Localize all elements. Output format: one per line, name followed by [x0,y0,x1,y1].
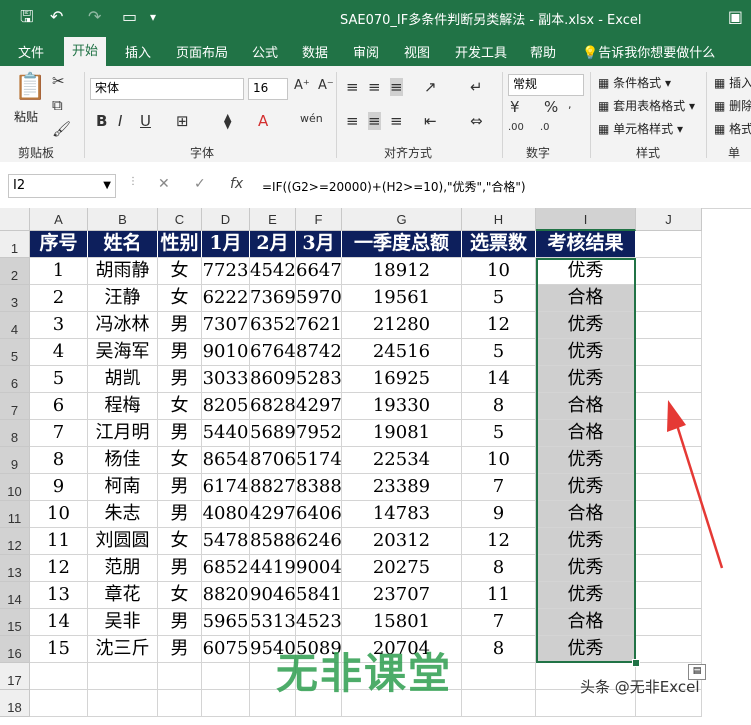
author-credit: 头条 @无非Excel [580,678,700,696]
arrow-shaft [674,421,724,569]
quick-analysis-icon[interactable]: ▤ [688,664,706,680]
arrow-head [667,400,686,432]
watermark-logo: 无非课堂 [276,649,453,698]
annotation-arrow [667,400,724,569]
